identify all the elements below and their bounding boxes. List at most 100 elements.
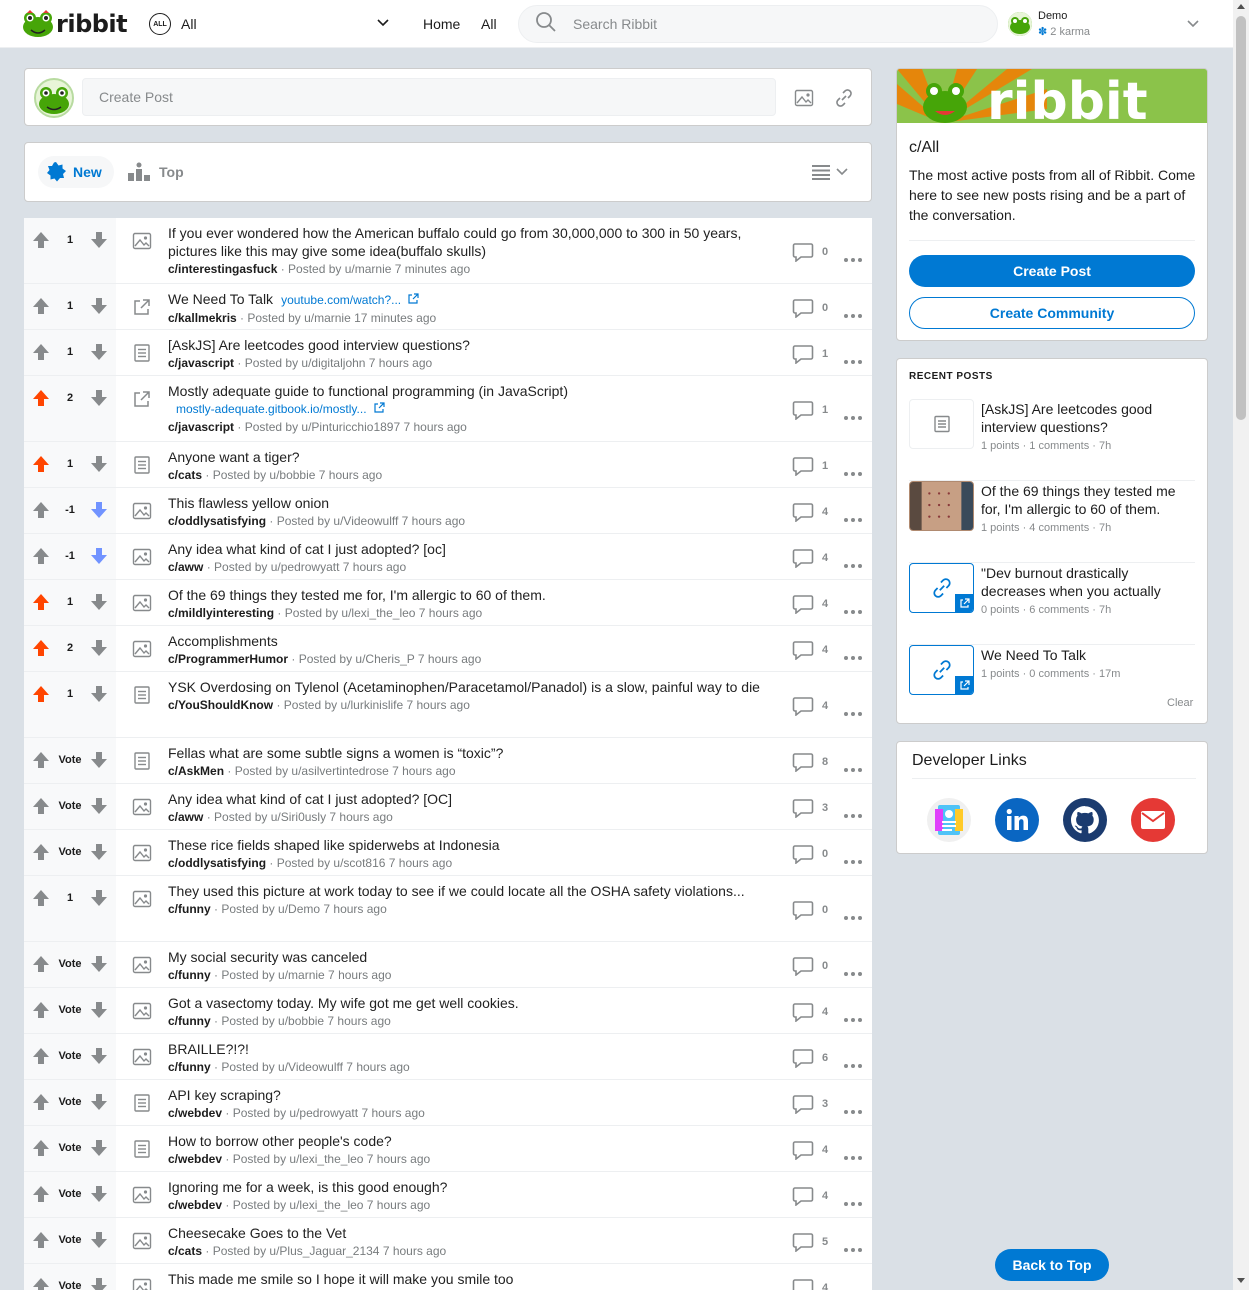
comments-button[interactable]: 4 [792,696,828,716]
subreddit-link[interactable]: c/interestingasfuck [168,262,277,276]
upvote-arrow-icon[interactable] [31,888,51,908]
post-row[interactable]: -1 Any idea what kind of cat I just adop… [24,534,872,580]
subreddit-link[interactable]: c/webdev [168,1106,222,1120]
post-title[interactable]: Got a vasectomy today. My wife got me ge… [168,994,773,1012]
subreddit-link[interactable]: c/webdev [168,1152,222,1166]
downvote-arrow-icon[interactable] [89,1000,109,1020]
more-options-icon[interactable] [844,509,862,522]
comments-button[interactable]: 1 [792,456,828,476]
user-menu[interactable]: Demo ✽ 2 karma [1008,9,1204,39]
more-options-icon[interactable] [844,1147,862,1160]
subreddit-link[interactable]: c/ProgrammerHumor [168,652,288,666]
post-title[interactable]: Accomplishments [168,632,773,650]
upvote-arrow-icon[interactable] [31,546,51,566]
comments-button[interactable]: 0 [792,298,828,318]
scroll-up-arrow-icon[interactable] [1237,4,1245,9]
post-row[interactable]: Vote BRAILLE?!?! c/funny · Posted by u/V… [24,1034,872,1080]
downvote-arrow-icon[interactable] [89,388,109,408]
more-options-icon[interactable] [844,305,862,318]
post-title[interactable]: This flawless yellow onion [168,494,773,512]
subreddit-link[interactable]: c/cats [168,1244,202,1258]
subreddit-link[interactable]: c/funny [168,1014,211,1028]
search-input[interactable] [573,16,953,32]
post-title[interactable]: Fellas what are some subtle signs a wome… [168,744,773,762]
post-title[interactable]: Anyone want a tiger? [168,448,773,466]
downvote-arrow-icon[interactable] [89,750,109,770]
post-title[interactable]: We Need To Talk youtube.com/watch?... [168,290,773,309]
more-options-icon[interactable] [844,351,862,364]
post-row[interactable]: 1 [AskJS] Are leetcodes good interview q… [24,330,872,376]
upvote-arrow-icon[interactable] [31,638,51,658]
downvote-arrow-icon[interactable] [89,1138,109,1158]
more-options-icon[interactable] [844,1239,862,1252]
post-row[interactable]: 1 They used this picture at work today t… [24,876,872,942]
more-options-icon[interactable] [844,407,862,420]
upvote-arrow-icon[interactable] [31,796,51,816]
subreddit-link[interactable]: c/aww [168,810,203,824]
post-row[interactable]: 2 Accomplishments c/ProgrammerHumor · Po… [24,626,872,672]
more-options-icon[interactable] [844,647,862,660]
image-upload-icon[interactable] [792,86,816,110]
subreddit-link[interactable]: c/funny [168,968,211,982]
recent-post-item[interactable]: "Dev burnout drastically decreases when … [909,563,1195,645]
downvote-arrow-icon[interactable] [89,1230,109,1250]
post-title[interactable]: They used this picture at work today to … [168,882,773,900]
post-row[interactable]: Vote API key scraping? c/webdev · Posted… [24,1080,872,1126]
recent-post-item[interactable]: [AskJS] Are leetcodes good interview que… [909,399,1195,481]
upvote-arrow-icon[interactable] [31,454,51,474]
community-selector[interactable]: ALL All [149,13,197,35]
comments-button[interactable]: 6 [792,1048,828,1068]
post-row[interactable]: 1 We Need To Talk youtube.com/watch?... c… [24,284,872,330]
post-row[interactable]: Vote Got a vasectomy today. My wife got … [24,988,872,1034]
downvote-arrow-icon[interactable] [89,888,109,908]
upvote-arrow-icon[interactable] [31,1092,51,1112]
downvote-arrow-icon[interactable] [89,454,109,474]
post-title[interactable]: If you ever wondered how the American bu… [168,224,773,260]
more-options-icon[interactable] [844,555,862,568]
downvote-arrow-icon[interactable] [89,638,109,658]
sort-top-button[interactable]: Top [127,156,184,188]
downvote-arrow-icon[interactable] [89,500,109,520]
more-options-icon[interactable] [844,907,862,920]
subreddit-link[interactable]: c/kallmekris [168,311,237,325]
upvote-arrow-icon[interactable] [31,230,51,250]
upvote-arrow-icon[interactable] [31,1000,51,1020]
comments-button[interactable]: 4 [792,1140,828,1160]
subreddit-link[interactable]: c/aww [168,560,203,574]
post-title[interactable]: Any idea what kind of cat I just adopted… [168,790,773,808]
post-title[interactable]: How to borrow other people's code? [168,1132,773,1150]
post-row[interactable]: Vote These rice fields shaped like spide… [24,830,872,876]
post-row[interactable]: 1 Of the 69 things they tested me for, I… [24,580,872,626]
comments-button[interactable]: 8 [792,752,828,772]
upvote-arrow-icon[interactable] [31,954,51,974]
post-title[interactable]: [AskJS] Are leetcodes good interview que… [168,336,773,354]
more-options-icon[interactable] [844,1193,862,1206]
downvote-arrow-icon[interactable] [89,1046,109,1066]
more-options-icon[interactable] [844,805,862,818]
post-row[interactable]: Vote Cheesecake Goes to the Vet c/cats ·… [24,1218,872,1264]
downvote-arrow-icon[interactable] [89,342,109,362]
downvote-arrow-icon[interactable] [89,842,109,862]
post-row[interactable]: Vote Ignoring me for a week, is this goo… [24,1172,872,1218]
more-options-icon[interactable] [844,963,862,976]
post-row[interactable]: Vote How to borrow other people's code? … [24,1126,872,1172]
downvote-arrow-icon[interactable] [89,954,109,974]
comments-button[interactable]: 4 [792,640,828,660]
post-title[interactable]: YSK Overdosing on Tylenol (Acetaminophen… [168,678,773,696]
clear-recent-button[interactable]: Clear [1167,697,1193,709]
post-title[interactable]: Any idea what kind of cat I just adopted… [168,540,773,558]
chevron-down-icon[interactable] [376,16,390,35]
downvote-arrow-icon[interactable] [89,1092,109,1112]
post-row[interactable]: 1 Anyone want a tiger? c/cats · Posted b… [24,442,872,488]
comments-button[interactable]: 3 [792,1094,828,1114]
subreddit-link[interactable]: c/funny [168,1060,211,1074]
more-options-icon[interactable] [844,1009,862,1022]
upvote-arrow-icon[interactable] [31,842,51,862]
downvote-arrow-icon[interactable] [89,546,109,566]
more-options-icon[interactable] [844,1101,862,1114]
more-options-icon[interactable] [844,851,862,864]
upvote-arrow-icon[interactable] [31,1230,51,1250]
downvote-arrow-icon[interactable] [89,230,109,250]
comments-button[interactable]: 0 [792,956,828,976]
comments-button[interactable]: 4 [792,548,828,568]
